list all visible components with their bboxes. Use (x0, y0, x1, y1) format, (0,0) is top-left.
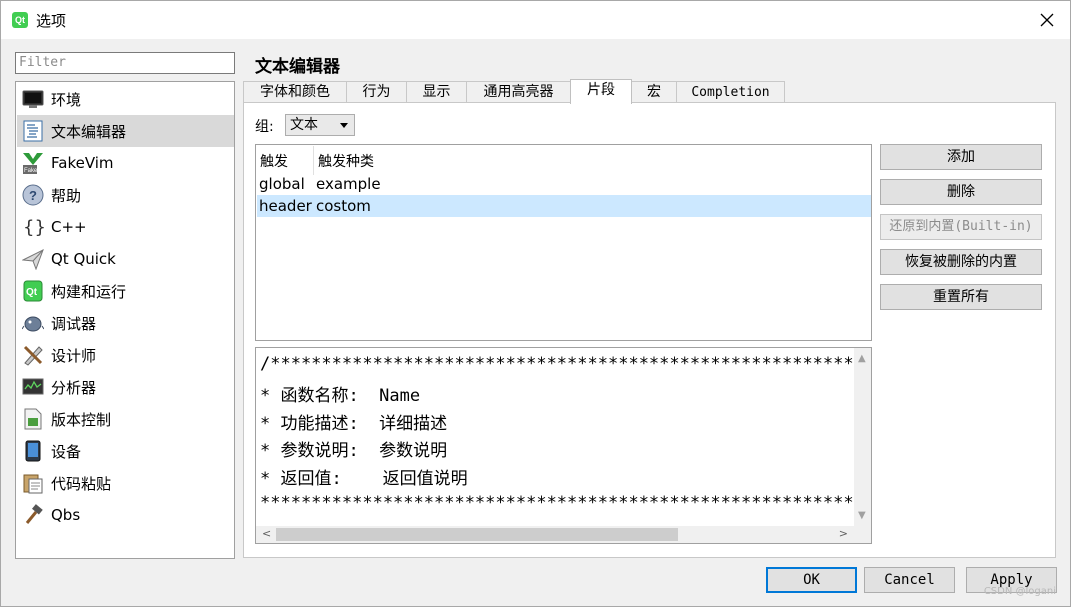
table-row[interactable]: header costom (257, 195, 871, 217)
horizontal-scrollbar[interactable]: < > (256, 526, 854, 543)
scroll-corner (854, 526, 871, 543)
cell-kind: costom (316, 197, 371, 215)
scroll-down-arrow-icon[interactable]: ▼ (858, 510, 866, 521)
sidebar-item-analyzer[interactable]: 分析器 (17, 371, 234, 403)
sidebar-item-label: 设备 (51, 442, 82, 461)
sidebar-item-label: 代码粘贴 (51, 474, 112, 493)
scroll-right-arrow-icon[interactable]: > (839, 527, 848, 540)
sidebar-item-label: 构建和运行 (51, 282, 127, 301)
snippets-table[interactable]: 触发 触发种类 global example header costom (255, 144, 872, 341)
build-run-icon: Qt (21, 279, 45, 303)
sidebar-item-debugger[interactable]: 调试器 (17, 307, 234, 339)
column-divider (313, 146, 314, 175)
sidebar-item-label: Qbs (51, 506, 81, 524)
device-icon (21, 439, 45, 463)
filter-input[interactable]: Filter (15, 52, 235, 74)
sidebar-item-text-editor[interactable]: 文本编辑器 (17, 115, 234, 147)
sidebar-item-code-paste[interactable]: 代码粘贴 (17, 467, 234, 499)
sidebar-item-label: 版本控制 (51, 410, 112, 429)
sidebar-item-label: 文本编辑器 (51, 122, 127, 141)
remove-button[interactable]: 删除 (880, 179, 1042, 205)
tab-fonts-colors[interactable]: 字体和颜色 (243, 81, 347, 103)
sidebar-item-help[interactable]: ? 帮助 (17, 179, 234, 211)
ok-button[interactable]: OK (766, 567, 857, 593)
sidebar-item-label: 分析器 (51, 378, 97, 397)
sidebar-item-label: 设计师 (51, 346, 97, 365)
sidebar-item-environment[interactable]: 环境 (17, 83, 234, 115)
cancel-button[interactable]: Cancel (864, 567, 955, 593)
close-button[interactable] (1024, 1, 1070, 39)
paper-plane-icon (21, 247, 45, 271)
monitor-icon (21, 87, 45, 111)
svg-text:Fake: Fake (24, 168, 38, 174)
tab-completion[interactable]: Completion (676, 81, 785, 103)
sidebar-item-label: Qt Quick (51, 250, 116, 268)
sidebar-item-version-control[interactable]: 版本控制 (17, 403, 234, 435)
sidebar-item-label: FakeVim (51, 154, 114, 172)
code-line: /***************************************… (260, 354, 872, 374)
reset-all-button[interactable]: 重置所有 (880, 284, 1042, 310)
code-line: * 函数名称: Name (260, 386, 421, 406)
fakevim-icon: Fake (21, 151, 45, 175)
group-select-value: 文本 (290, 117, 318, 133)
help-icon: ? (21, 183, 45, 207)
title-bar: Qt 选项 (1, 1, 1070, 39)
debugger-bug-icon (21, 311, 45, 335)
text-editor-icon (21, 119, 45, 143)
braces-icon: {} (21, 215, 45, 239)
category-sidebar: 环境 文本编辑器 Fake FakeVim ? 帮助 {} C++ Qt Qui… (15, 81, 235, 559)
sidebar-item-fakevim[interactable]: Fake FakeVim (17, 147, 234, 179)
code-line: * 返回值: 返回值说明 (260, 469, 468, 489)
code-paste-icon (21, 471, 45, 495)
add-button[interactable]: 添加 (880, 144, 1042, 170)
table-row[interactable]: global example (257, 173, 871, 195)
scrollbar-thumb[interactable] (276, 528, 678, 541)
tab-behavior[interactable]: 行为 (346, 81, 407, 103)
code-line: * 参数说明: 参数说明 (260, 441, 448, 461)
code-line: ****************************************… (260, 493, 872, 513)
column-header-trigger-kind[interactable]: 触发种类 (318, 151, 374, 171)
tab-snippets[interactable]: 片段 (570, 79, 632, 104)
sidebar-item-cpp[interactable]: {} C++ (17, 211, 234, 243)
group-select[interactable]: 文本 (285, 114, 355, 136)
sidebar-item-designer[interactable]: 设计师 (17, 339, 234, 371)
version-control-icon (21, 407, 45, 431)
scroll-left-arrow-icon[interactable]: < (262, 527, 271, 540)
tab-macros[interactable]: 宏 (631, 81, 677, 103)
scroll-up-arrow-icon[interactable]: ▲ (858, 353, 866, 364)
restore-builtin-button[interactable]: 还原到内置(Built-in) (880, 214, 1042, 240)
dropdown-arrow-icon (340, 123, 348, 128)
hammer-icon (21, 503, 45, 527)
code-line: * 功能描述: 详细描述 (260, 414, 448, 434)
sidebar-item-label: C++ (51, 218, 87, 236)
svg-text:?: ? (29, 188, 37, 203)
snippet-editor[interactable]: /***************************************… (255, 347, 872, 544)
restore-removed-builtins-button[interactable]: 恢复被删除的内置 (880, 249, 1042, 275)
sidebar-item-qt-quick[interactable]: Qt Quick (17, 243, 234, 275)
sidebar-item-devices[interactable]: 设备 (17, 435, 234, 467)
sidebar-item-label: 帮助 (51, 186, 82, 205)
svg-text:{}: {} (23, 217, 44, 238)
cell-trigger: header (259, 197, 312, 215)
group-label: 组: (255, 119, 274, 135)
qt-app-icon: Qt (12, 12, 28, 28)
vertical-scrollbar[interactable]: ▲ ▼ (854, 348, 871, 526)
sidebar-item-build-run[interactable]: Qt 构建和运行 (17, 275, 234, 307)
tab-display[interactable]: 显示 (406, 81, 467, 103)
window-title: 选项 (36, 12, 67, 30)
cell-trigger: global (259, 175, 305, 193)
analyzer-icon (21, 375, 45, 399)
page-title: 文本编辑器 (255, 57, 340, 77)
designer-tools-icon (21, 343, 45, 367)
sidebar-item-qbs[interactable]: Qbs (17, 499, 234, 531)
column-header-trigger[interactable]: 触发 (260, 151, 288, 171)
cell-kind: example (316, 175, 381, 193)
sidebar-item-label: 环境 (51, 90, 82, 109)
options-dialog: Qt 选项 Filter 环境 文本编辑器 Fake FakeVim ? 帮助 … (0, 0, 1071, 607)
tab-generic-highlighter[interactable]: 通用高亮器 (466, 81, 571, 103)
close-icon (1040, 13, 1054, 27)
svg-text:Qt: Qt (26, 287, 38, 298)
sidebar-item-label: 调试器 (51, 314, 97, 333)
watermark: CSDN @logani (983, 586, 1056, 597)
